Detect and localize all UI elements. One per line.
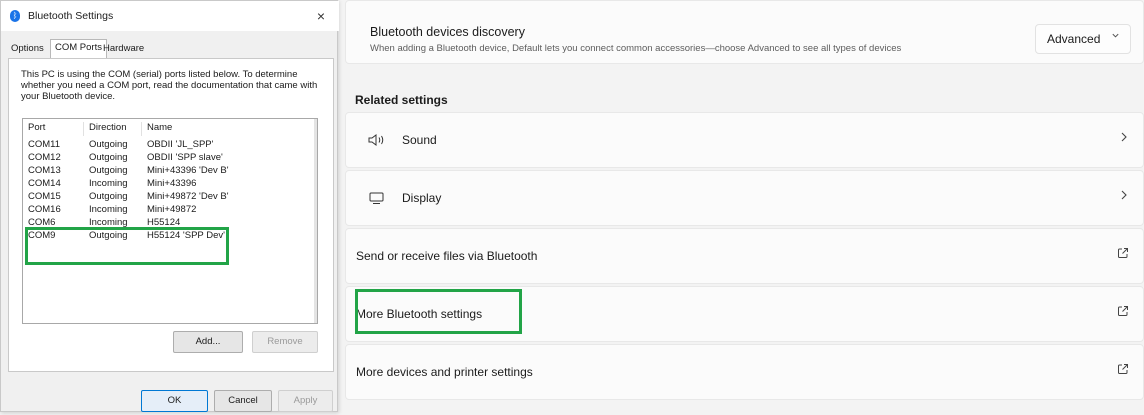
cancel-button[interactable]: Cancel <box>214 390 272 412</box>
port-cell: COM12 <box>28 152 61 163</box>
direction-cell: Outgoing <box>89 191 128 202</box>
dialog-titlebar: ᛒ Bluetooth Settings × <box>1 1 339 31</box>
table-row[interactable]: COM13 Outgoing Mini+43396 'Dev B' <box>23 165 315 177</box>
direction-cell: Outgoing <box>89 165 128 176</box>
settings-row-display[interactable]: Display <box>345 170 1144 226</box>
discovery-dropdown-value: Advanced <box>1047 32 1101 46</box>
settings-row-label: Display <box>402 191 442 205</box>
external-link-icon <box>1117 247 1129 262</box>
direction-cell: Outgoing <box>89 152 128 163</box>
external-link-icon <box>1117 363 1129 378</box>
settings-row-label: Send or receive files via Bluetooth <box>356 249 538 263</box>
settings-row-label: More devices and printer settings <box>356 365 533 379</box>
discovery-subtitle: When adding a Bluetooth device, Default … <box>370 43 902 54</box>
tab-options[interactable]: Options <box>7 41 48 59</box>
bluetooth-icon: ᛒ <box>10 10 20 22</box>
com-ports-list[interactable]: Port Direction Name COM11 Outgoing OBDII… <box>22 118 318 324</box>
column-header-port[interactable]: Port <box>28 122 45 133</box>
external-link-icon <box>1117 305 1129 320</box>
table-row[interactable]: COM12 Outgoing OBDII 'SPP slave' <box>23 152 315 164</box>
column-header-name[interactable]: Name <box>147 122 172 133</box>
bluetooth-settings-dialog: ᛒ Bluetooth Settings × Options COM Ports… <box>0 0 339 412</box>
table-row[interactable]: COM14 Incoming Mini+43396 <box>23 178 315 190</box>
monitor-icon <box>368 191 386 205</box>
settings-row-send-receive-files[interactable]: Send or receive files via Bluetooth <box>345 228 1144 284</box>
dialog-title: Bluetooth Settings <box>28 10 114 22</box>
port-cell: COM14 <box>28 178 61 189</box>
list-header: Port Direction Name <box>23 122 315 136</box>
speaker-icon <box>368 133 386 147</box>
port-cell: COM15 <box>28 191 61 202</box>
discovery-title: Bluetooth devices discovery <box>370 25 525 39</box>
highlight-box-more-bluetooth <box>355 289 522 334</box>
direction-cell: Incoming <box>89 204 128 215</box>
name-cell: Mini+43396 <box>147 178 197 189</box>
highlight-box-com-ports <box>25 227 229 265</box>
add-button[interactable]: Add... <box>173 331 243 353</box>
port-cell: COM16 <box>28 204 61 215</box>
direction-cell: Outgoing <box>89 139 128 150</box>
com-ports-description: This PC is using the COM (serial) ports … <box>21 69 318 102</box>
table-row[interactable]: COM15 Outgoing Mini+49872 'Dev B' <box>23 191 315 203</box>
name-cell: OBDII 'SPP slave' <box>147 152 223 163</box>
name-cell: Mini+49872 <box>147 204 197 215</box>
close-icon[interactable]: × <box>310 6 332 26</box>
settings-row-label: Sound <box>402 133 437 147</box>
table-row[interactable]: COM16 Incoming Mini+49872 <box>23 204 315 216</box>
chevron-down-icon <box>1111 31 1120 43</box>
settings-row-more-devices-printers[interactable]: More devices and printer settings <box>345 344 1144 400</box>
chevron-right-icon <box>1119 189 1129 204</box>
settings-row-sound[interactable]: Sound <box>345 112 1144 168</box>
remove-button[interactable]: Remove <box>252 331 318 353</box>
name-cell: OBDII 'JL_SPP' <box>147 139 214 150</box>
column-divider[interactable] <box>141 122 142 136</box>
tab-hardware[interactable]: Hardware <box>99 41 148 59</box>
bluetooth-discovery-card: Bluetooth devices discovery When adding … <box>345 0 1144 64</box>
table-row[interactable]: COM11 Outgoing OBDII 'JL_SPP' <box>23 139 315 151</box>
port-cell: COM13 <box>28 165 61 176</box>
apply-button[interactable]: Apply <box>278 390 333 412</box>
discovery-dropdown[interactable]: Advanced <box>1035 24 1131 54</box>
ok-button[interactable]: OK <box>141 390 208 412</box>
direction-cell: Incoming <box>89 178 128 189</box>
list-scrollbar[interactable] <box>314 119 317 323</box>
column-header-direction[interactable]: Direction <box>89 122 127 133</box>
port-cell: COM11 <box>28 139 61 150</box>
column-divider[interactable] <box>83 122 84 136</box>
related-settings-heading: Related settings <box>355 93 448 107</box>
name-cell: Mini+49872 'Dev B' <box>147 191 229 202</box>
chevron-right-icon <box>1119 131 1129 146</box>
name-cell: Mini+43396 'Dev B' <box>147 165 229 176</box>
